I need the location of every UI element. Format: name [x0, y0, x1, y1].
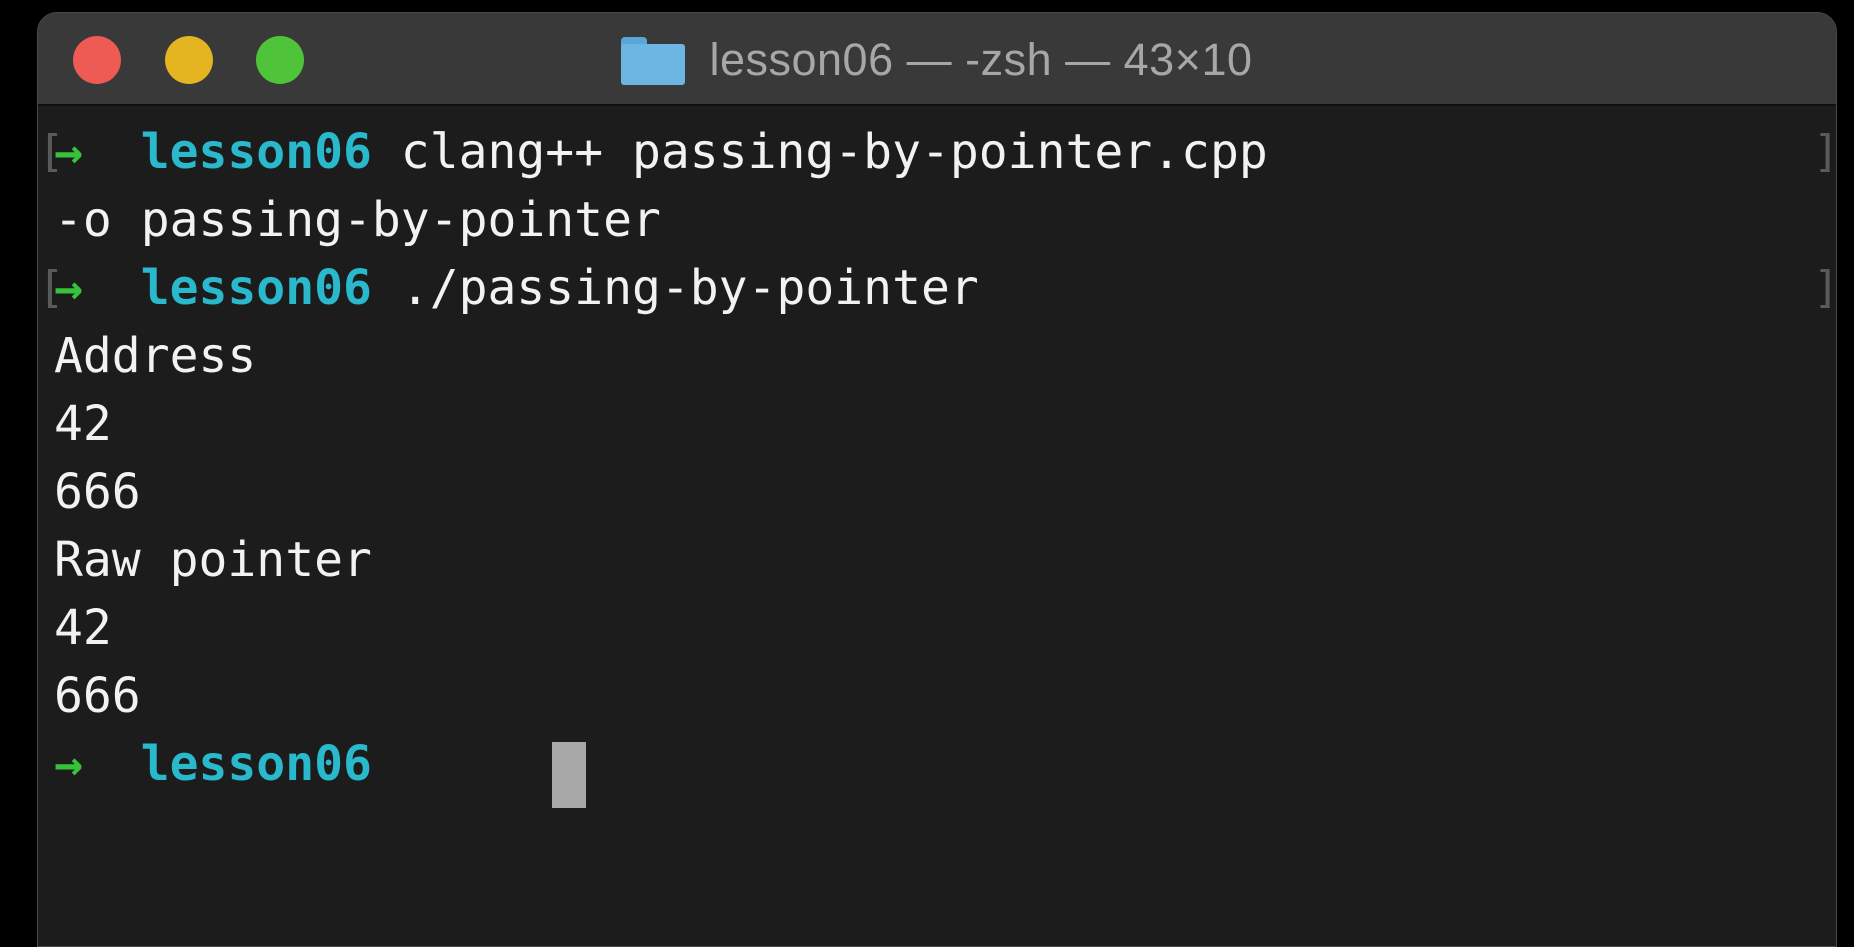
- prompt-directory: lesson06: [140, 124, 372, 180]
- folder-icon: [621, 35, 686, 85]
- prompt-arrow-icon: →: [54, 124, 83, 180]
- command-text: ./passing-by-pointer: [400, 260, 979, 316]
- terminal-line-prompt: → lesson06: [54, 724, 401, 804]
- terminal-window: lesson06 — -zsh — 43×10 [ → lesson06 cla…: [37, 12, 1837, 947]
- window-title: lesson06 — -zsh — 43×10: [38, 13, 1836, 106]
- command-text: clang++ passing-by-pointer.cpp: [400, 124, 1268, 180]
- title-bar[interactable]: lesson06 — -zsh — 43×10: [38, 13, 1836, 106]
- text-cursor: [552, 742, 586, 808]
- window-title-text: lesson06 — -zsh — 43×10: [709, 33, 1253, 85]
- prompt-arrow-icon: →: [54, 736, 83, 792]
- mark-close: ]: [1813, 262, 1837, 313]
- prompt-directory: lesson06: [140, 736, 372, 792]
- prompt-directory: lesson06: [140, 260, 372, 316]
- mark-close: ]: [1813, 126, 1837, 177]
- terminal-content[interactable]: [ → lesson06 clang++ passing-by-pointer.…: [38, 106, 1837, 946]
- prompt-arrow-icon: →: [54, 260, 83, 316]
- command-text: -o passing-by-pointer: [54, 192, 661, 248]
